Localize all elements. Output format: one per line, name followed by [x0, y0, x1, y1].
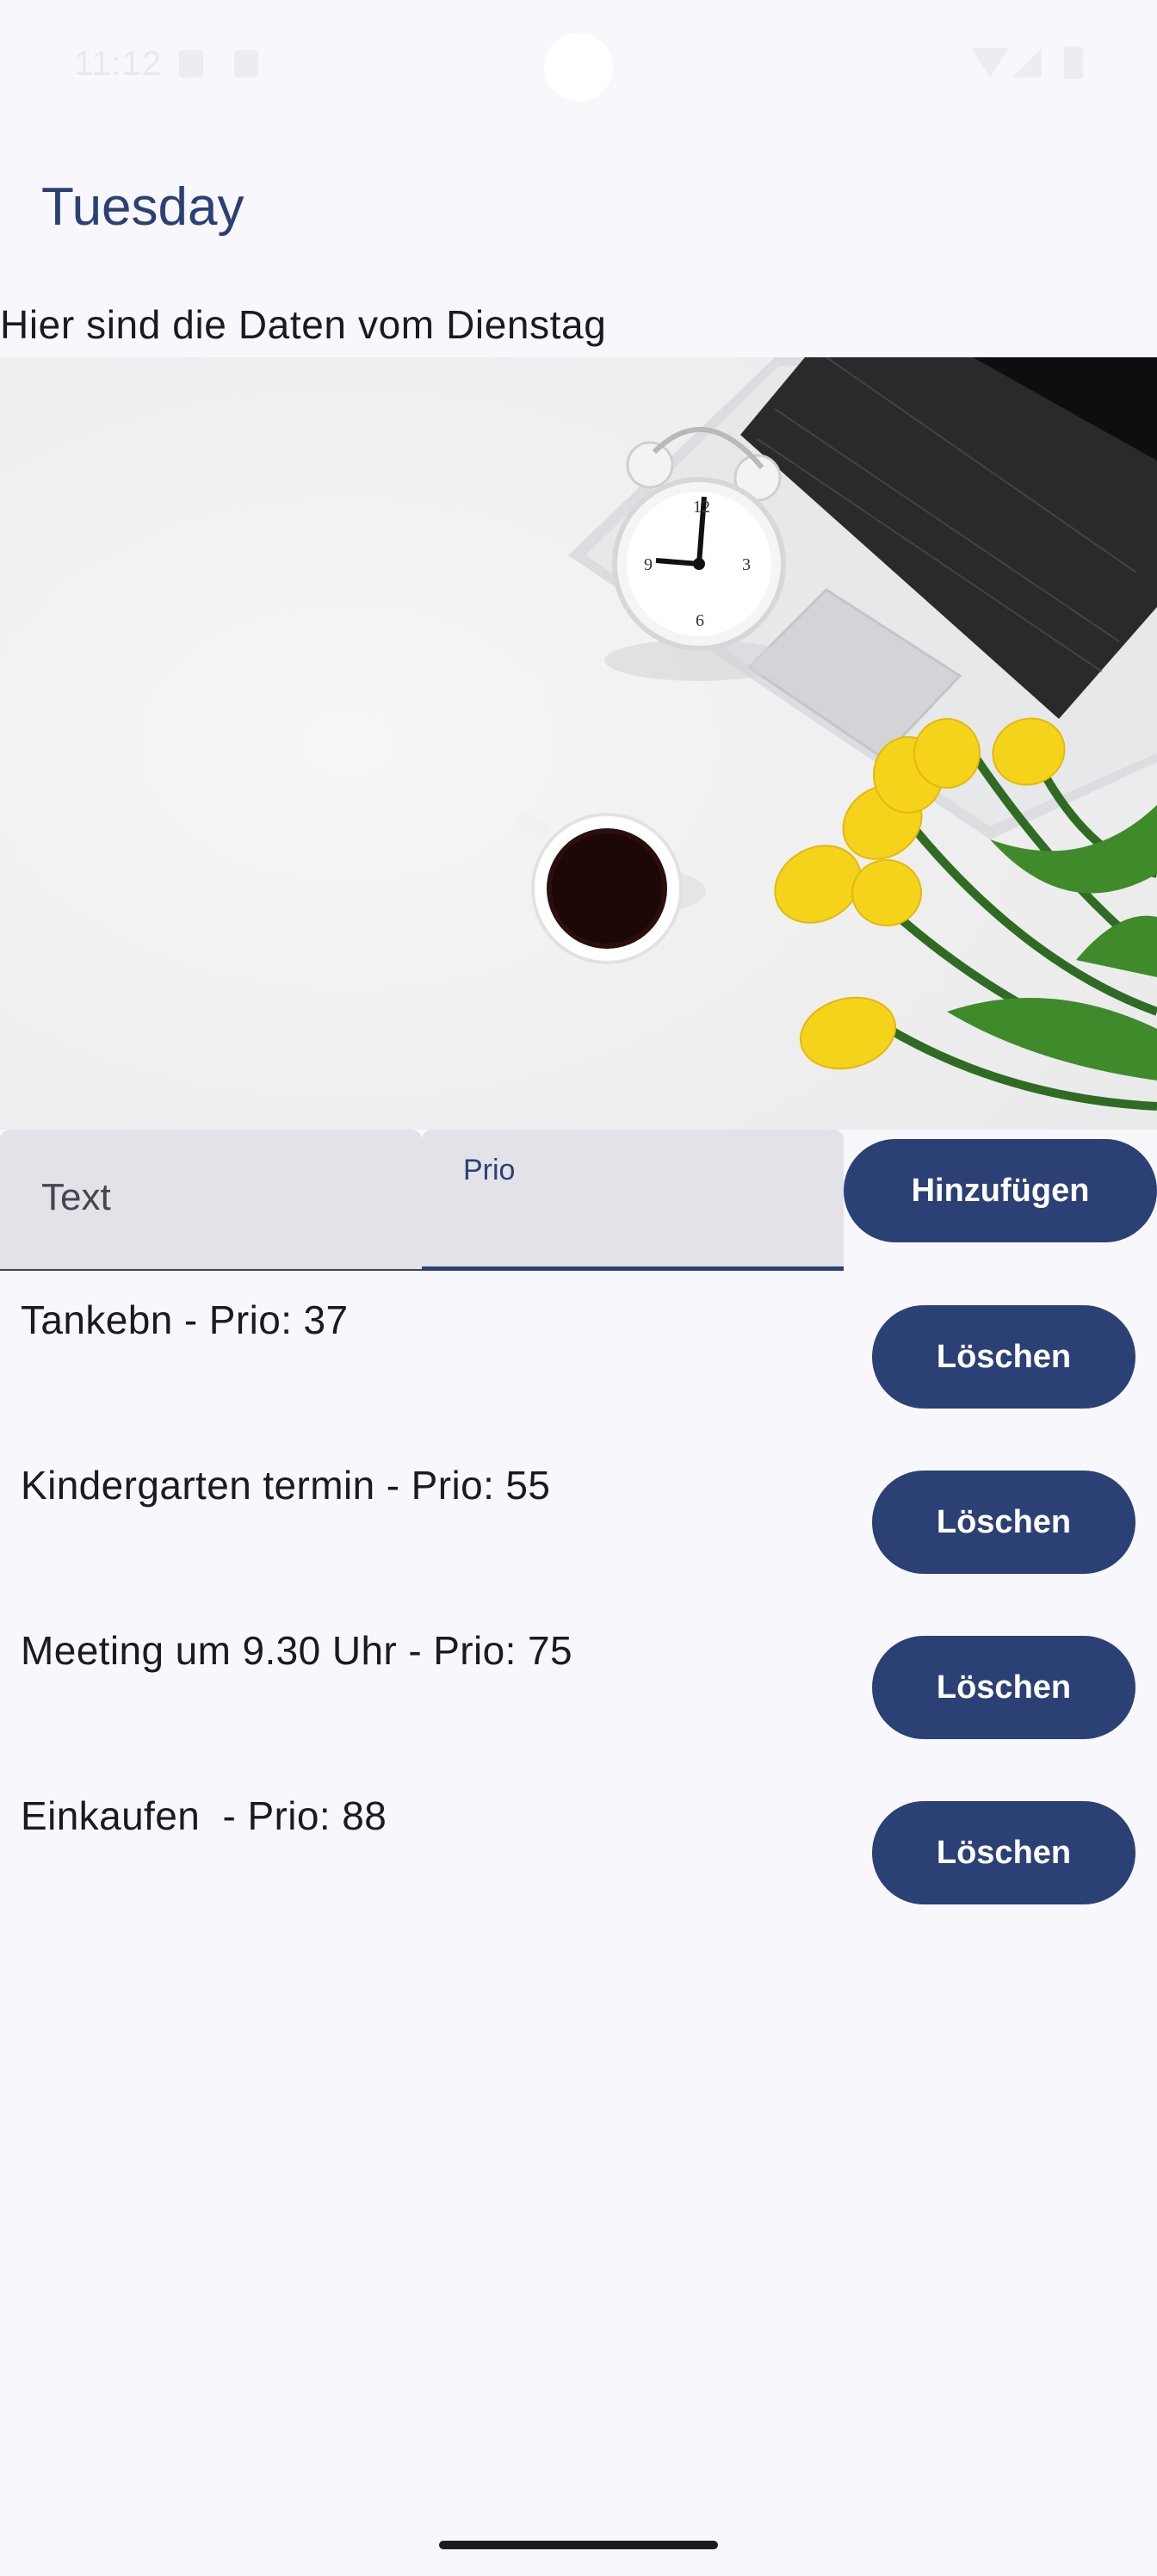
list-item: Tankebn - Prio: 37	[21, 1297, 349, 1342]
delete-button[interactable]: Löschen	[872, 1305, 1135, 1409]
signal-icon	[1012, 48, 1042, 77]
svg-text:12: 12	[693, 498, 710, 517]
delete-button[interactable]: Löschen	[872, 1801, 1135, 1904]
page-subtitle: Hier sind die Daten vom Dienstag	[0, 302, 607, 347]
add-button[interactable]: Hinzufügen	[844, 1139, 1157, 1242]
camera-cutout	[544, 33, 613, 102]
text-input[interactable]: Text	[0, 1130, 422, 1271]
desk-photo-illustration: 12 3 6 9	[0, 357, 1157, 1130]
list-item: Meeting um 9.30 Uhr - Prio: 75	[21, 1628, 572, 1673]
svg-text:3: 3	[742, 555, 751, 574]
delete-button[interactable]: Löschen	[872, 1636, 1135, 1739]
prio-input[interactable]: Prio	[422, 1130, 844, 1271]
desk-photo: 12 3 6 9	[0, 357, 1157, 1130]
sim-icon	[179, 50, 203, 77]
battery-icon	[1064, 46, 1083, 79]
list-item: Einkaufen - Prio: 88	[21, 1793, 387, 1838]
prio-input-label: Prio	[463, 1154, 516, 1186]
home-indicator[interactable]	[439, 2541, 718, 2549]
svg-text:9: 9	[644, 555, 653, 574]
status-bar: 11:12	[0, 0, 1157, 129]
wifi-icon	[971, 48, 1009, 77]
status-time: 11:12	[74, 45, 163, 83]
page-title: Tuesday	[41, 177, 244, 237]
text-input-placeholder: Text	[41, 1176, 111, 1218]
svg-text:6: 6	[696, 611, 704, 630]
list-item: Kindergarten termin - Prio: 55	[21, 1463, 551, 1508]
delete-button[interactable]: Löschen	[872, 1471, 1135, 1574]
notification-icon	[234, 50, 258, 77]
